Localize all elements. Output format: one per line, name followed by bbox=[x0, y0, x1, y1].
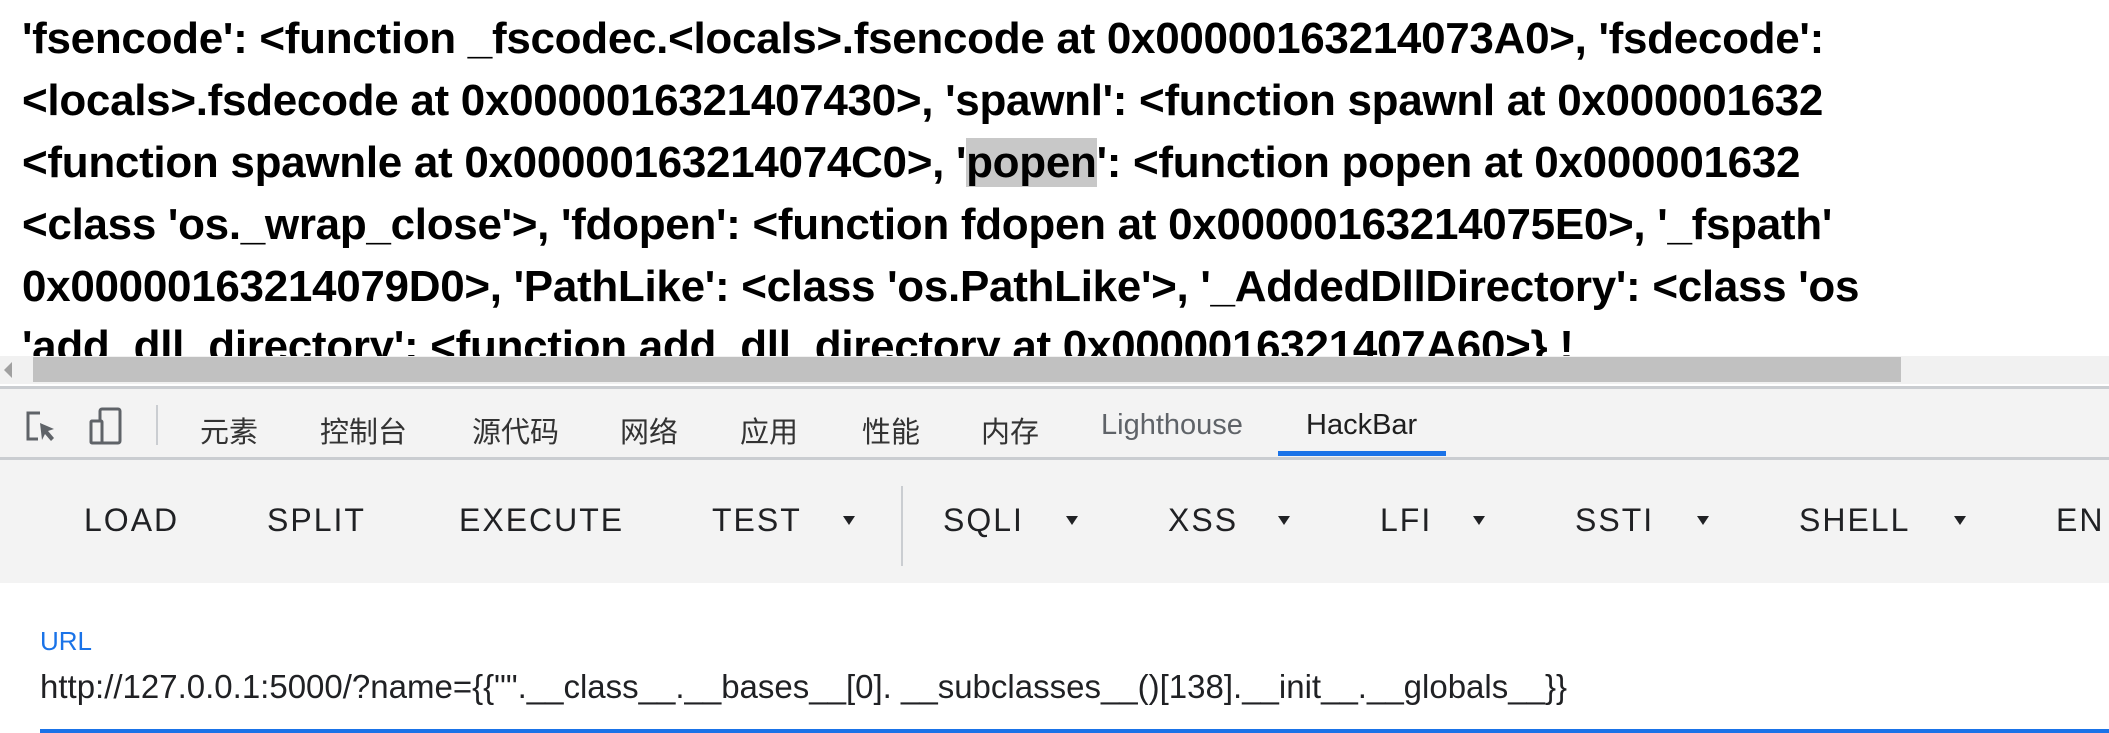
chevron-down-icon bbox=[843, 516, 855, 525]
url-label: URL bbox=[40, 626, 93, 656]
lfi-menu-button[interactable]: LFI bbox=[1380, 502, 1432, 539]
tab-application[interactable]: 应用 bbox=[740, 409, 798, 451]
execute-button[interactable]: EXECUTE bbox=[459, 502, 624, 539]
ssti-menu-button[interactable]: SSTI bbox=[1575, 502, 1654, 539]
url-input[interactable]: http://127.0.0.1:5000/?name={{"".__class… bbox=[40, 668, 1567, 706]
tab-performance[interactable]: 性能 bbox=[862, 409, 920, 451]
active-tab-indicator bbox=[1278, 451, 1446, 456]
output-text: ': <function popen at 0x000001632 bbox=[1096, 138, 1801, 187]
devtools-tab-bar: 元素 控制台 源代码 网络 应用 性能 内存 Lighthouse HackBa… bbox=[0, 389, 2109, 460]
inspect-element-icon[interactable] bbox=[24, 409, 60, 445]
xss-menu-button[interactable]: XSS bbox=[1168, 502, 1238, 539]
test-menu-button[interactable]: TEST bbox=[712, 502, 802, 539]
tab-elements[interactable]: 元素 bbox=[200, 409, 258, 451]
output-line: 0x00000163214079D0>, 'PathLike': <class … bbox=[22, 262, 1860, 311]
tab-sources[interactable]: 源代码 bbox=[472, 409, 559, 451]
tab-hackbar[interactable]: HackBar bbox=[1306, 409, 1417, 442]
tab-lighthouse[interactable]: Lighthouse bbox=[1101, 409, 1243, 442]
page-content: 'fsencode': <function _fscodec.<locals>.… bbox=[0, 0, 2109, 356]
divider bbox=[901, 486, 903, 566]
devtools-panel: 元素 控制台 源代码 网络 应用 性能 内存 Lighthouse HackBa… bbox=[0, 386, 2109, 733]
output-line: 'fsencode': <function _fscodec.<locals>.… bbox=[22, 14, 1824, 63]
chevron-down-icon bbox=[1278, 516, 1290, 525]
chevron-down-icon bbox=[1954, 516, 1966, 525]
chevron-down-icon bbox=[1697, 516, 1709, 525]
tab-console[interactable]: 控制台 bbox=[320, 409, 407, 451]
hackbar-toolbar: LOAD SPLIT EXECUTE TEST SQLI XSS LFI SST… bbox=[0, 460, 2109, 583]
output-line: <function spawnle at 0x00000163214074C0>… bbox=[22, 138, 1801, 188]
output-text: <function spawnle at 0x00000163214074C0>… bbox=[22, 138, 967, 187]
url-input-underline bbox=[40, 729, 2109, 733]
output-line: <locals>.fsdecode at 0x0000016321407430>… bbox=[22, 76, 1824, 125]
search-highlight: popen bbox=[966, 138, 1097, 187]
shell-menu-button[interactable]: SHELL bbox=[1799, 502, 1910, 539]
divider bbox=[156, 405, 158, 445]
sqli-menu-button[interactable]: SQLI bbox=[943, 502, 1024, 539]
scroll-left-icon[interactable] bbox=[4, 362, 12, 378]
horizontal-scrollbar[interactable] bbox=[0, 356, 2109, 384]
chevron-down-icon bbox=[1473, 516, 1485, 525]
output-line: 'add_dll_directory': <function add_dll_d… bbox=[22, 322, 1574, 356]
tab-memory[interactable]: 内存 bbox=[981, 409, 1039, 451]
load-button[interactable]: LOAD bbox=[84, 502, 179, 539]
output-line: <class 'os._wrap_close'>, 'fdopen': <fun… bbox=[22, 200, 1832, 249]
scrollbar-thumb[interactable] bbox=[33, 357, 1901, 382]
device-toolbar-icon[interactable] bbox=[88, 407, 124, 447]
tab-network[interactable]: 网络 bbox=[620, 409, 678, 451]
split-button[interactable]: SPLIT bbox=[267, 502, 366, 539]
encoding-menu-button[interactable]: EN bbox=[2056, 502, 2104, 539]
chevron-down-icon bbox=[1066, 516, 1078, 525]
